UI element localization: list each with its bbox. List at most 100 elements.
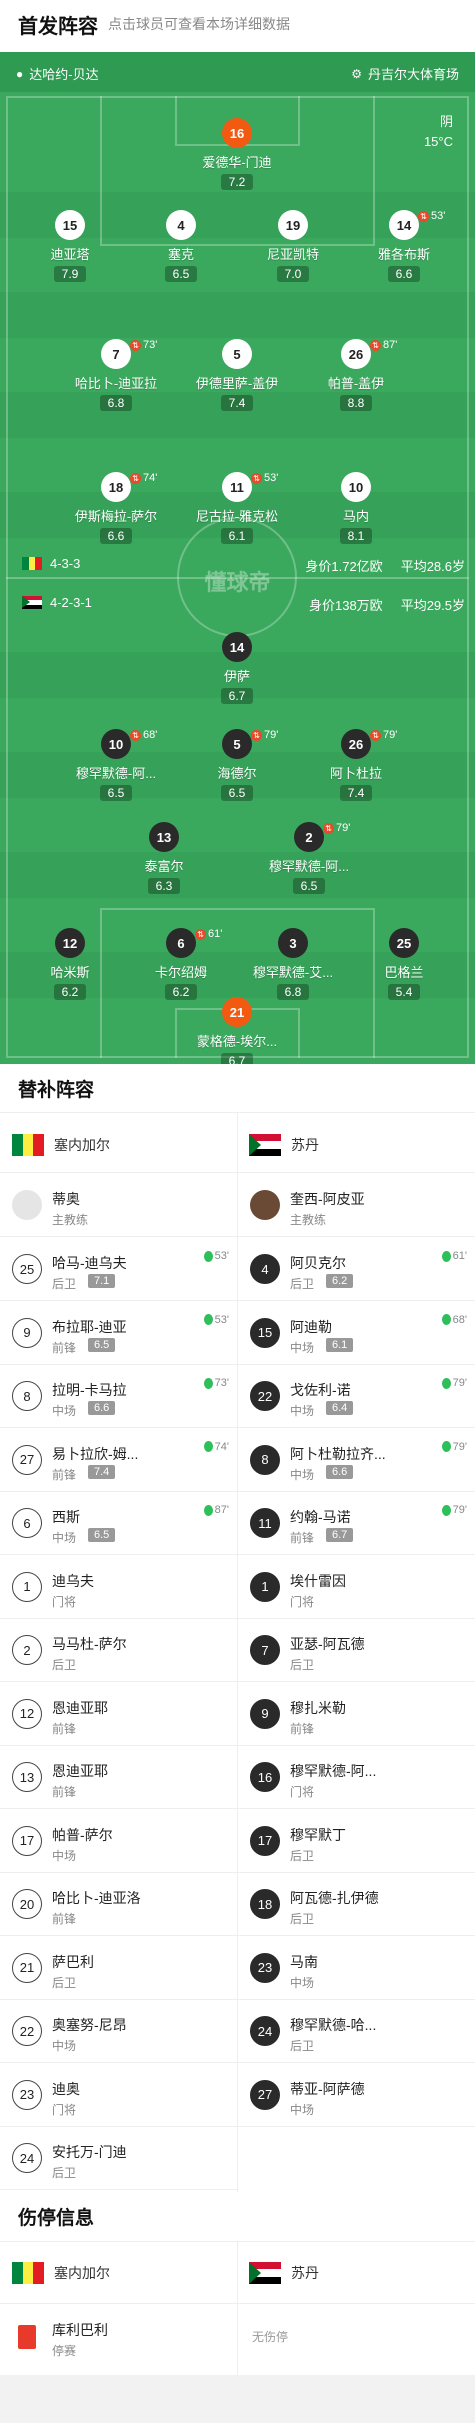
sub-minute: 79' <box>452 1377 467 1389</box>
player-marker[interactable]: 19 尼亚凯特 7.0 <box>243 210 343 283</box>
sub-player-row[interactable]: 11 约翰-马诺 前锋 6.7 79' <box>238 1492 475 1554</box>
player-marker[interactable]: 18 伊斯梅拉-萨尔 6.6 ⇅ 74' <box>66 472 166 545</box>
sub-player-row[interactable]: 8 拉明-卡马拉 中场 6.6 73' <box>0 1365 237 1427</box>
player-marker[interactable]: 2 穆罕默德-阿... 6.5 ⇅ 79' <box>259 822 359 895</box>
player-marker[interactable]: 16 爱德华-门迪 7.2 <box>187 118 287 191</box>
sub-number: 12 <box>12 1698 42 1729</box>
player-marker[interactable]: 10 穆罕默德-阿... 6.5 ⇅ 68' <box>66 729 166 802</box>
player-marker[interactable]: 5 伊德里萨-盖伊 7.4 <box>187 339 287 412</box>
sub-name: 西斯 <box>52 1509 80 1525</box>
player-number: 11 <box>222 472 252 502</box>
sub-player-row[interactable]: 12 恩迪亚耶 前锋 <box>0 1683 237 1745</box>
player-event: ⇅ 61' <box>195 928 222 940</box>
player-marker[interactable]: 10 马内 8.1 <box>306 472 406 545</box>
sub-position: 后卫 <box>52 1975 77 1990</box>
sub-player-row[interactable]: 16 穆罕默德-阿... 门将 <box>238 1746 475 1808</box>
sub-player-row[interactable]: 21 萨巴利 后卫 <box>0 1937 237 1999</box>
sub-name: 萨巴利 <box>52 1953 94 1970</box>
sub-position: 中场 <box>290 2102 315 2117</box>
sub-in-icon <box>441 1377 451 1389</box>
player-name: 马内 <box>342 509 369 524</box>
sub-player-row[interactable]: 25 哈马-迪乌夫 后卫 7.1 53' <box>0 1238 237 1300</box>
sub-rating: 6.7 <box>326 1528 354 1542</box>
player-marker[interactable]: 26 阿卜杜拉 7.4 ⇅ 79' <box>306 729 406 802</box>
player-rating: 6.6 <box>387 266 421 282</box>
player-number: 10 <box>341 472 371 502</box>
injured-player[interactable]: 库利巴利 停赛 <box>0 2305 237 2367</box>
sub-player-row[interactable]: 22 戈佐利-诺 中场 6.4 79' <box>238 1365 475 1427</box>
player-marker[interactable]: 6 卡尔绍姆 6.2 ⇅ 61' <box>131 928 231 1001</box>
senegal-flag-icon <box>12 1134 44 1156</box>
player-marker[interactable]: 15 迪亚塔 7.9 <box>20 210 120 283</box>
sub-player-row[interactable]: 7 亚瑟-阿瓦德 后卫 <box>238 1619 475 1681</box>
sub-event: 79' <box>441 1441 467 1453</box>
coach-role: 主教练 <box>52 1213 89 1227</box>
home-coach[interactable]: 蒂奥 主教练 <box>0 1174 237 1236</box>
sub-player-row[interactable]: 9 布拉耶-迪亚 前锋 6.5 53' <box>0 1302 237 1364</box>
player-name: 迪亚塔 <box>50 247 90 262</box>
row-divider <box>238 2125 475 2127</box>
sub-name: 阿贝克尔 <box>290 1255 346 1271</box>
sub-player-row[interactable]: 2 马马杜-萨尔 后卫 <box>0 1619 237 1681</box>
sub-player-row[interactable]: 1 埃什雷因 门将 <box>238 1556 475 1618</box>
sub-number: 8 <box>12 1381 42 1411</box>
player-name: 穆罕默德-阿... <box>268 859 350 874</box>
sub-number: 18 <box>250 1889 280 1919</box>
sub-player-row[interactable]: 17 穆罕默丁 后卫 <box>238 1810 475 1872</box>
player-marker[interactable]: 25 巴格兰 5.4 <box>354 928 454 1001</box>
sudan-flag-icon <box>249 2262 281 2284</box>
player-marker[interactable]: 3 穆罕默德-艾... 6.8 <box>243 928 343 1001</box>
sub-player-row[interactable]: 15 阿迪勒 中场 6.1 68' <box>238 1302 475 1364</box>
sub-in-icon <box>203 1250 213 1262</box>
player-marker[interactable]: 5 海德尔 6.5 ⇅ 79' <box>187 729 287 802</box>
sub-position: 中场 <box>52 1848 77 1863</box>
injury-home-team: 塞内加尔 <box>12 2262 110 2284</box>
sub-event: 53' <box>203 1314 229 1326</box>
sub-player-row[interactable]: 20 哈比卜-迪亚洛 前锋 <box>0 1873 237 1935</box>
player-marker[interactable]: 4 塞克 6.5 <box>131 210 231 283</box>
sub-player-row[interactable]: 24 安托万-门迪 后卫 <box>0 2127 237 2189</box>
player-number: 18 <box>101 472 131 502</box>
sub-number: 17 <box>12 1825 42 1856</box>
sub-player-row[interactable]: 27 易卜拉欣-姆... 前锋 7.4 74' <box>0 1429 237 1491</box>
sub-player-row[interactable]: 22 奥塞努-尼昂 中场 <box>0 2000 237 2062</box>
sub-position: 中场 <box>290 1404 315 1418</box>
sub-player-row[interactable]: 23 迪奥 门将 <box>0 2064 237 2126</box>
sub-name: 蒂亚-阿萨德 <box>290 2080 365 2097</box>
sub-player-row[interactable]: 13 恩迪亚耶 前锋 <box>0 1746 237 1808</box>
player-marker[interactable]: 13 泰富尔 6.3 <box>114 822 214 895</box>
sub-position: 后卫 <box>290 1658 315 1672</box>
sub-player-row[interactable]: 4 阿贝克尔 后卫 6.2 61' <box>238 1238 475 1300</box>
player-name: 伊斯梅拉-萨尔 <box>74 509 158 524</box>
sub-player-row[interactable]: 23 马南 中场 <box>238 1937 475 1999</box>
sub-player-row[interactable]: 9 穆扎米勒 前锋 <box>238 1683 475 1745</box>
player-marker[interactable]: 21 蒙格德-埃尔... 6.7 <box>187 997 287 1064</box>
subs-away-team: 苏丹 <box>249 1134 319 1156</box>
sub-position: 中场 <box>290 1975 315 1990</box>
player-marker[interactable]: 26 帕普-盖伊 8.8 ⇅ 87' <box>306 339 406 412</box>
player-marker[interactable]: 14 雅各布斯 6.6 ⇅ 53' <box>354 210 454 283</box>
player-marker[interactable]: 7 哈比卜-迪亚拉 6.8 ⇅ 73' <box>66 339 166 412</box>
lineup-title: 首发阵容 <box>18 15 98 38</box>
sub-player-row[interactable]: 17 帕普-萨尔 中场 <box>0 1810 237 1872</box>
sub-player-row[interactable]: 1 迪乌夫 门将 <box>0 1556 237 1618</box>
player-marker[interactable]: 12 哈米斯 6.2 <box>20 928 120 1001</box>
away-coach[interactable]: 奎西-阿皮亚 主教练 <box>238 1174 475 1236</box>
sub-in-icon <box>203 1504 213 1516</box>
sub-position: 前锋 <box>52 1721 77 1736</box>
player-rating: 7.2 <box>220 174 254 190</box>
player-number: 5 <box>222 339 252 369</box>
sub-player-row[interactable]: 24 穆罕默德-哈... 后卫 <box>238 2000 475 2062</box>
player-rating: 7.4 <box>220 395 254 411</box>
sub-number: 27 <box>250 2079 280 2110</box>
divider <box>0 1172 475 1173</box>
sub-player-row[interactable]: 18 阿瓦德-扎伊德 后卫 <box>238 1873 475 1935</box>
sub-position: 中场 <box>52 1404 77 1418</box>
sub-player-row[interactable]: 8 阿卜杜勒拉齐... 中场 6.6 79' <box>238 1429 475 1491</box>
sub-player-row[interactable]: 6 西斯 中场 6.5 87' <box>0 1492 237 1554</box>
player-marker[interactable]: 14 伊萨 6.7 <box>187 632 287 705</box>
substitution-icon: ⇅ <box>130 339 141 351</box>
sub-player-row[interactable]: 27 蒂亚-阿萨德 中场 <box>238 2064 475 2126</box>
sub-number: 2 <box>12 1635 42 1665</box>
player-marker[interactable]: 11 尼古拉-雅克松 6.1 ⇅ 53' <box>187 472 287 545</box>
